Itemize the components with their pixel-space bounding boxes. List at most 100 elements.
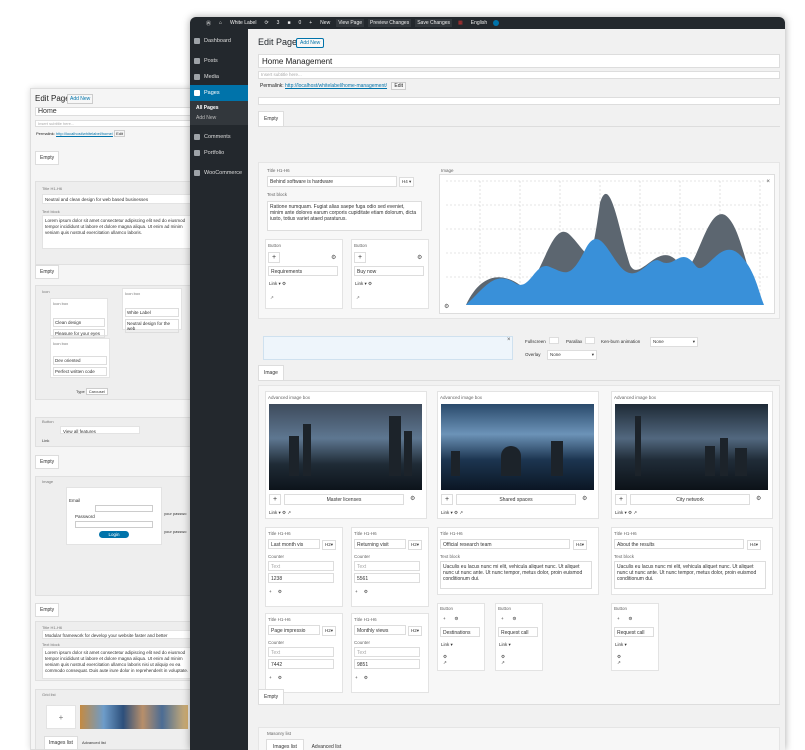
counter-title-field[interactable]: Returning visit: [354, 539, 406, 549]
back-tab-empty3[interactable]: Empty: [35, 455, 60, 469]
back-text-field[interactable]: Lorem ipsum dolor sit amet consectetur a…: [42, 215, 193, 249]
caption-field[interactable]: City network: [630, 494, 750, 505]
caption-field[interactable]: Shared spaces: [456, 494, 576, 505]
fullscreen-checkbox[interactable]: [549, 337, 559, 344]
save-changes-link[interactable]: Save Changes: [415, 19, 453, 27]
view-page-link[interactable]: View Page: [336, 19, 365, 27]
gear-icon[interactable]: ⚙: [410, 495, 415, 502]
counter-actions[interactable]: + ⚙: [269, 675, 282, 681]
back-icon-box-2[interactable]: Icon box White Label Neutral design for …: [122, 288, 182, 333]
add-new-button[interactable]: Add New: [296, 38, 325, 48]
back-login-button[interactable]: Login: [99, 531, 129, 538]
results-heading-select[interactable]: H4▾: [747, 540, 762, 550]
sidebar-item-dashboard[interactable]: Dashboard: [190, 33, 248, 49]
link-select[interactable]: Link ▾ ⚙: [355, 281, 372, 287]
close-icon[interactable]: ×: [507, 337, 511, 343]
tab-advanced-list[interactable]: Advanced list: [306, 740, 348, 750]
sidebar-item-pages[interactable]: Pages: [190, 85, 248, 101]
back-grid-add-icon[interactable]: +: [46, 705, 76, 729]
tab-empty-2[interactable]: Empty: [258, 689, 285, 704]
gear-icon[interactable]: ⚙: [756, 495, 761, 502]
site-name-link[interactable]: White Label: [228, 19, 258, 27]
caption-field[interactable]: Master licenses: [284, 494, 404, 505]
image-gear-icon[interactable]: ⚙: [444, 303, 449, 310]
back-title-input[interactable]: Home: [35, 107, 194, 116]
counter-value-field[interactable]: 9851: [354, 659, 420, 669]
back-icon-box-1[interactable]: Icon box Clean design Pleasure for your …: [50, 298, 108, 338]
counter-actions[interactable]: + ⚙: [355, 589, 368, 595]
wordpress-logo-icon[interactable]: Ⓦ: [204, 19, 213, 28]
counter-title-field[interactable]: Page impressio: [268, 625, 320, 635]
sidebar-item-comments[interactable]: Comments: [190, 129, 248, 145]
counter-value-field[interactable]: 1238: [268, 573, 334, 583]
add-icon[interactable]: +: [268, 252, 280, 263]
back-permalink-link[interactable]: http://localhost/whitelabel/home/: [56, 131, 113, 136]
back-title-field[interactable]: Neutral and clean design for web based b…: [42, 194, 193, 204]
add-icon[interactable]: +: [354, 252, 366, 263]
link-actions[interactable]: ⚙ ↗: [617, 654, 621, 666]
link-select[interactable]: Link ▾ ⚙: [269, 281, 286, 287]
page-title-input[interactable]: Home Management: [258, 54, 780, 68]
gear-icon[interactable]: ⚙: [417, 254, 422, 261]
new-link[interactable]: New: [318, 19, 332, 27]
help-icon[interactable]: [493, 20, 500, 26]
counter-heading-select[interactable]: H2▾: [408, 626, 423, 636]
preview-changes-link[interactable]: Preview Changes: [368, 19, 412, 27]
research-heading-select[interactable]: H4▾: [573, 540, 588, 550]
permalink-edit-button[interactable]: Edit: [391, 82, 407, 90]
counter-value-field[interactable]: 5561: [354, 573, 420, 583]
counter-title-field[interactable]: Monthly views: [354, 625, 406, 635]
link-select[interactable]: Link ▾ ⚙ ↗: [441, 510, 463, 516]
link-icon[interactable]: ↗: [356, 295, 360, 301]
button-text-field[interactable]: Destinations: [440, 627, 480, 637]
sidebar-item-woocommerce[interactable]: WooCommerce: [190, 165, 248, 181]
add-icon[interactable]: +: [269, 494, 281, 505]
tab-image[interactable]: Image: [258, 365, 284, 380]
back-view-all-field[interactable]: View all features: [60, 426, 140, 434]
hero-text-field[interactable]: Ratione numquam. Fugiat alias saepe fuga…: [267, 201, 422, 231]
counter-title-field[interactable]: Last month vis: [268, 539, 320, 549]
back-add-new-button[interactable]: Add New: [67, 94, 94, 104]
back-permalink-edit-button[interactable]: Edit: [114, 130, 125, 137]
counter-actions[interactable]: + ⚙: [269, 589, 282, 595]
results-text-field[interactable]: Uaculis eu lacus nunc mi elit, vehicula …: [614, 561, 766, 589]
comments-icon[interactable]: ■: [285, 19, 292, 27]
counter-heading-select[interactable]: H2▾: [322, 540, 337, 550]
sidebar-item-portfolio[interactable]: Portfolio: [190, 145, 248, 161]
close-icon[interactable]: ×: [766, 179, 770, 185]
back-title-field-2[interactable]: Modular framework for develop your websi…: [42, 630, 193, 639]
city-image-3[interactable]: [615, 404, 768, 490]
permalink-link[interactable]: http://localhost/whitelabel/home-managem…: [285, 83, 387, 89]
counter-text-field[interactable]: Text: [268, 647, 334, 657]
back-tab-empty[interactable]: Empty: [35, 151, 60, 165]
back-type-select[interactable]: Carousel: [85, 388, 108, 395]
city-image-2[interactable]: [441, 404, 594, 490]
button-actions[interactable]: + ⚙: [443, 616, 458, 622]
button-text-field[interactable]: Request call: [498, 627, 538, 637]
link-actions[interactable]: ⚙ ↗: [443, 654, 447, 666]
back-tab-advanced[interactable]: Advanced list: [82, 740, 106, 745]
counter-value-field[interactable]: 7442: [268, 659, 334, 669]
back-icon-box-3[interactable]: Icon box Dev oriented Perfect written co…: [50, 338, 110, 378]
subtitle-input[interactable]: Insert subtitle here...: [258, 71, 780, 79]
submenu-add-new[interactable]: Add New: [190, 113, 248, 123]
button-text-field[interactable]: Buy now: [354, 266, 424, 276]
link-select[interactable]: Link ▾: [615, 642, 627, 648]
link-select[interactable]: Link ▾: [441, 642, 453, 648]
back-subtitle-input[interactable]: Insert subtitle here...: [35, 120, 194, 127]
link-icon[interactable]: ↗: [270, 295, 274, 301]
sidebar-item-posts[interactable]: Posts: [190, 53, 248, 69]
tab-images-list[interactable]: Images list: [266, 739, 304, 750]
button-text-field[interactable]: Requirements: [268, 266, 338, 276]
research-title-field[interactable]: Official research team: [440, 539, 570, 549]
button-actions[interactable]: + ⚙: [617, 616, 632, 622]
link-actions[interactable]: ⚙ ↗: [501, 654, 505, 666]
hero-title-field[interactable]: Behind software is hardware: [267, 176, 397, 187]
language-link[interactable]: English: [469, 19, 489, 27]
button-text-field[interactable]: Request call: [614, 627, 654, 637]
back-tab-empty4[interactable]: Empty: [35, 603, 60, 617]
hero-image-box[interactable]: ⚙ ×: [439, 174, 775, 314]
hero-heading-select[interactable]: H4 ▾: [399, 177, 415, 187]
add-icon[interactable]: +: [615, 494, 627, 505]
counter-text-field[interactable]: Text: [354, 561, 420, 571]
